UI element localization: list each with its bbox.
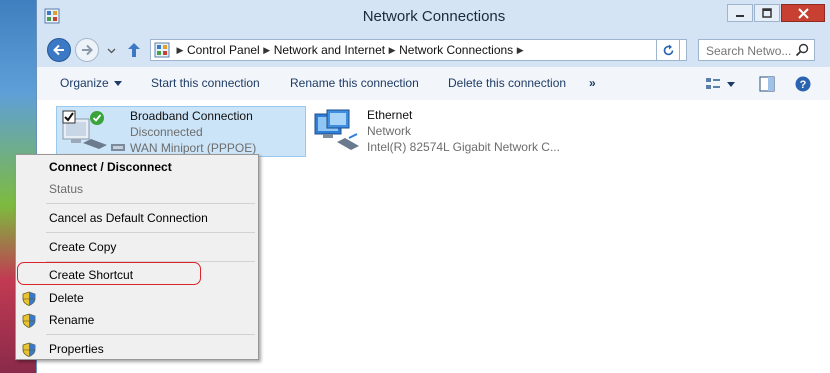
organize-menu[interactable]: Organize xyxy=(60,76,122,90)
connection-item-ethernet[interactable]: Ethernet Network Intel(R) 82574L Gigabit… xyxy=(311,106,571,157)
minimize-button[interactable] xyxy=(727,4,753,22)
breadcrumb-separator-icon: ▶ xyxy=(388,44,396,55)
search-box[interactable] xyxy=(698,39,815,61)
menu-separator xyxy=(46,334,255,335)
breadcrumb-network-and-internet[interactable]: Network and Internet xyxy=(274,43,385,57)
dropdown-arrow-icon xyxy=(113,81,122,87)
context-menu: Connect / Disconnect Status Cancel as De… xyxy=(15,154,259,360)
network-adapter-icon xyxy=(111,144,125,151)
view-options-arrow-icon[interactable] xyxy=(727,82,735,87)
organize-label: Organize xyxy=(60,76,109,90)
recent-locations-chevron-icon[interactable] xyxy=(107,46,116,55)
search-icon[interactable] xyxy=(795,43,809,57)
breadcrumb-network-connections[interactable]: Network Connections xyxy=(399,43,513,57)
uac-shield-icon xyxy=(22,291,36,306)
connection-status: Disconnected xyxy=(130,125,203,139)
search-input[interactable] xyxy=(704,42,798,60)
back-button[interactable] xyxy=(47,38,71,62)
menu-item-cancel-default[interactable]: Cancel as Default Connection xyxy=(49,211,208,225)
connection-device: Intel(R) 82574L Gigabit Network C... xyxy=(367,140,560,154)
back-arrow-icon xyxy=(53,44,64,56)
menu-item-status: Status xyxy=(49,182,84,196)
minimize-icon xyxy=(736,15,744,17)
breadcrumb-control-panel[interactable]: Control Panel xyxy=(187,43,260,57)
uac-shield-icon xyxy=(22,313,36,328)
connection-item-broadband[interactable]: Broadband Connection Disconnected WAN Mi… xyxy=(56,106,306,157)
window-title: Network Connections xyxy=(362,8,506,25)
menu-item-rename[interactable]: Rename xyxy=(49,313,94,327)
navigation-bar: ▶ Control Panel ▶ Network and Internet ▶… xyxy=(37,33,830,67)
maximize-button[interactable] xyxy=(754,4,780,22)
up-arrow-icon[interactable] xyxy=(125,41,143,59)
close-icon xyxy=(797,7,809,19)
breadcrumb: ▶ Control Panel ▶ Network and Internet ▶… xyxy=(173,43,527,57)
breadcrumb-separator-icon: ▶ xyxy=(176,44,184,55)
menu-item-create-copy[interactable]: Create Copy xyxy=(49,240,116,254)
connection-name: Broadband Connection xyxy=(130,109,253,123)
more-commands-button[interactable]: » xyxy=(589,76,596,90)
ethernet-connection-icon xyxy=(314,109,359,150)
preview-pane-icon[interactable] xyxy=(758,75,776,93)
address-bar[interactable]: ▶ Control Panel ▶ Network and Internet ▶… xyxy=(150,39,687,61)
menu-separator xyxy=(46,203,255,204)
control-panel-icon xyxy=(154,42,170,58)
refresh-button[interactable] xyxy=(656,39,680,61)
annotation-highlight-ring xyxy=(17,262,201,285)
menu-separator xyxy=(46,232,255,233)
help-icon[interactable]: ? xyxy=(794,75,812,93)
refresh-icon xyxy=(663,44,673,55)
menu-item-delete[interactable]: Delete xyxy=(49,291,84,305)
command-bar: Organize Start this connection Rename th… xyxy=(37,67,830,101)
title-bar: Network Connections xyxy=(37,0,830,34)
maximize-icon xyxy=(762,8,772,18)
connection-status: Network xyxy=(367,124,412,138)
breadcrumb-separator-icon: ▶ xyxy=(263,44,271,55)
delete-connection-button[interactable]: Delete this connection xyxy=(448,76,566,90)
menu-item-properties[interactable]: Properties xyxy=(49,342,104,356)
broadband-connection-icon xyxy=(62,110,107,149)
connection-name: Ethernet xyxy=(367,108,413,122)
uac-shield-icon xyxy=(22,342,36,357)
close-button[interactable] xyxy=(781,4,825,22)
change-view-icon[interactable] xyxy=(704,75,722,93)
forward-arrow-icon xyxy=(82,44,93,56)
rename-connection-button[interactable]: Rename this connection xyxy=(290,76,419,90)
menu-item-connect-disconnect[interactable]: Connect / Disconnect xyxy=(49,160,172,174)
breadcrumb-separator-icon: ▶ xyxy=(516,44,524,55)
svg-text:?: ? xyxy=(800,79,807,91)
forward-button[interactable] xyxy=(75,38,99,62)
start-connection-button[interactable]: Start this connection xyxy=(151,76,260,90)
